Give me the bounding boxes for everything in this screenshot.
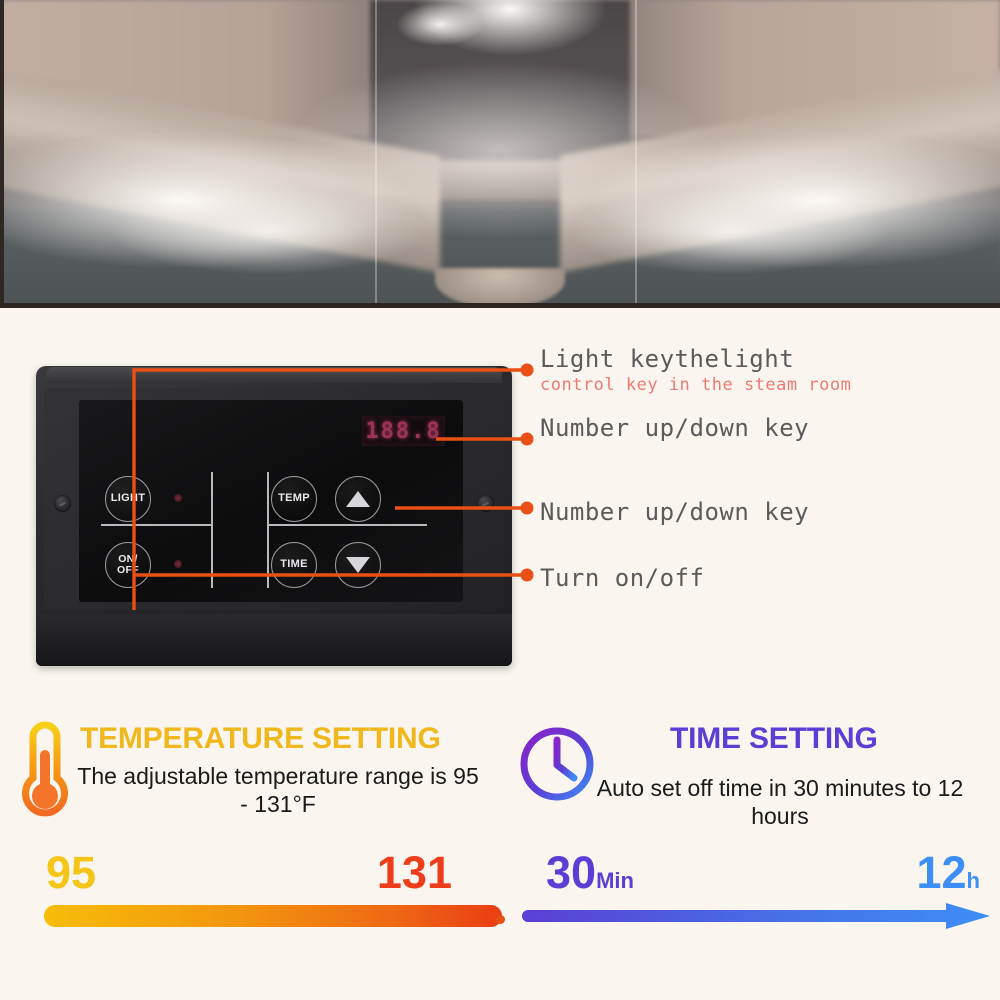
temperature-description: The adjustable temperature range is 95 -… xyxy=(77,763,479,818)
temperature-heading: TEMPERATURE SETTING xyxy=(80,722,441,755)
steam-room-photo xyxy=(0,0,1000,308)
temperature-setting-panel: TEMPERATURE SETTING The adjustable tempe… xyxy=(0,700,502,940)
time-min-number: 30 xyxy=(546,847,597,898)
temperature-min-value: 95 xyxy=(46,850,96,895)
time-max-unit: h xyxy=(966,868,980,893)
time-max-value: 12h xyxy=(916,850,980,895)
callout-number-up-down-bottom: Number up/down key xyxy=(540,498,809,526)
infographic-page: 188.8 LIGHT ON/ OFF TEMP TIME Light keyt… xyxy=(0,0,1000,1000)
photo-glass-seam-right xyxy=(635,0,637,308)
device-base xyxy=(36,614,512,666)
callout-number-up-down-top: Number up/down key xyxy=(540,414,809,442)
time-range-arrow xyxy=(518,903,1000,929)
photo-glass-seam-left xyxy=(375,0,377,308)
divider-dot xyxy=(496,915,505,924)
leader-dot-display xyxy=(520,432,534,446)
callout-number-up-down-bottom-title: Number up/down key xyxy=(540,498,810,526)
leader-dot-updown xyxy=(520,501,534,515)
time-setting-panel: TIME SETTING Auto set off time in 30 min… xyxy=(500,700,1000,940)
thermometer-icon xyxy=(14,718,76,827)
time-min-unit: Min xyxy=(596,868,634,893)
photo-left-edge xyxy=(0,0,4,308)
time-description: Auto set off time in 30 minutes to 12 ho… xyxy=(596,775,964,830)
callout-turn-on-off-title: Turn on/off xyxy=(540,564,705,592)
leader-dot-light xyxy=(520,363,534,377)
time-heading: TIME SETTING xyxy=(670,722,878,755)
temperature-min-number: 95 xyxy=(46,847,97,898)
time-max-number: 12 xyxy=(916,847,967,898)
callout-turn-on-off: Turn on/off xyxy=(540,564,704,592)
callout-light-key-subtitle: control key in the steam room xyxy=(540,375,852,395)
photo-bottom-edge xyxy=(0,303,1000,308)
callout-number-up-down-top-title: Number up/down key xyxy=(540,414,810,442)
time-min-value: 30Min xyxy=(546,850,634,895)
temperature-max-value: 131 xyxy=(377,850,452,895)
temperature-max-number: 131 xyxy=(376,847,452,898)
callout-light-key-title: Light keythelight xyxy=(540,345,795,373)
callout-light-key: Light keythelight control key in the ste… xyxy=(540,345,851,395)
temperature-range-bar xyxy=(44,905,502,927)
leader-dot-onoff xyxy=(520,568,534,582)
